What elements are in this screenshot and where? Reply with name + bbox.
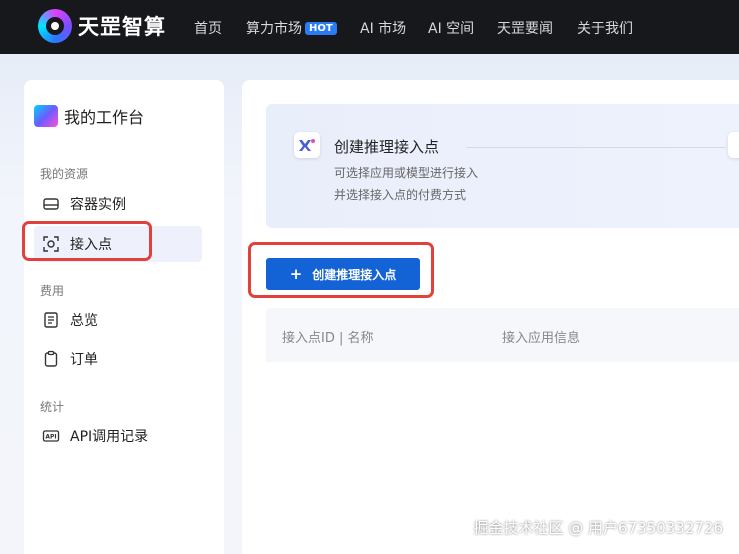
nav-item-label: 算力市场: [246, 21, 302, 37]
brand-logo[interactable]: 天罡智算: [38, 9, 166, 43]
sidebar-item-label: 接入点: [70, 237, 112, 253]
create-access-point-card: 创建推理接入点 可选择应用或模型进行接入 并选择接入点的付费方式: [266, 104, 739, 228]
section-label-resources: 我的资源: [40, 167, 89, 181]
card-subtitle: 可选择应用或模型进行接入: [334, 166, 479, 180]
nav-item-ai-market[interactable]: AI 市场: [360, 18, 406, 38]
inference-icon: [294, 132, 320, 158]
watermark: 掘金技术社区 @ 用户67350332726: [473, 519, 723, 537]
workspace-header: 我的工作台: [34, 104, 144, 128]
button-label: 创建推理接入点: [312, 267, 397, 282]
section-label-statistics: 统计: [40, 400, 65, 414]
column-header-id-name: 接入点ID | 名称: [282, 331, 374, 346]
nav-item-ai-space[interactable]: AI 空间: [428, 18, 474, 38]
section-label-billing: 费用: [40, 284, 65, 298]
drive-icon: [42, 195, 60, 213]
sidebar-item-label: 容器实例: [70, 197, 126, 213]
sidebar-item-api-call-records[interactable]: API API调用记录: [34, 418, 202, 454]
nav-item-compute-market[interactable]: 算力市场 HOT: [246, 18, 337, 38]
column-header-app-info: 接入应用信息: [502, 331, 581, 346]
api-icon: API: [42, 427, 60, 445]
nav-item-about[interactable]: 关于我们: [577, 18, 633, 38]
workspace-title: 我的工作台: [64, 108, 145, 127]
logo-icon: [38, 9, 72, 43]
brand-name: 天罡智算: [78, 15, 166, 39]
top-navigation-bar: 天罡智算 首页 算力市场 HOT AI 市场 AI 空间 天罡要闻 关于我们: [0, 0, 739, 54]
create-access-point-button[interactable]: + 创建推理接入点: [266, 258, 420, 290]
card-divider: [466, 147, 726, 148]
table-header: 接入点ID | 名称 接入应用信息: [266, 308, 739, 362]
sidebar-item-access-point[interactable]: 接入点: [34, 226, 202, 262]
card-subtitle: 并选择接入点的付费方式: [334, 188, 467, 202]
sidebar: 我的工作台 我的资源 容器实例 接入点 费用 总览 订单 统计 API API调…: [24, 80, 224, 554]
nav-item-news[interactable]: 天罡要闻: [497, 18, 553, 38]
nav-item-home[interactable]: 首页: [194, 18, 222, 38]
scan-icon: [42, 235, 60, 253]
plus-icon: +: [289, 265, 303, 283]
clipboard-icon: [42, 350, 60, 368]
sidebar-item-orders[interactable]: 订单: [34, 341, 202, 377]
sidebar-item-label: 订单: [70, 352, 98, 368]
sidebar-item-label: 总览: [70, 313, 98, 329]
workspace-icon: [34, 105, 58, 127]
main-panel: 创建推理接入点 可选择应用或模型进行接入 并选择接入点的付费方式 + 创建推理接…: [242, 80, 739, 554]
sidebar-item-label: API调用记录: [70, 429, 149, 445]
document-icon: [42, 311, 60, 329]
svg-text:API: API: [45, 434, 56, 441]
sidebar-item-overview[interactable]: 总览: [34, 302, 202, 338]
hot-badge: HOT: [305, 22, 337, 35]
next-card-icon: [728, 132, 739, 158]
sidebar-item-container-instances[interactable]: 容器实例: [34, 186, 202, 222]
card-title: 创建推理接入点: [334, 138, 440, 156]
